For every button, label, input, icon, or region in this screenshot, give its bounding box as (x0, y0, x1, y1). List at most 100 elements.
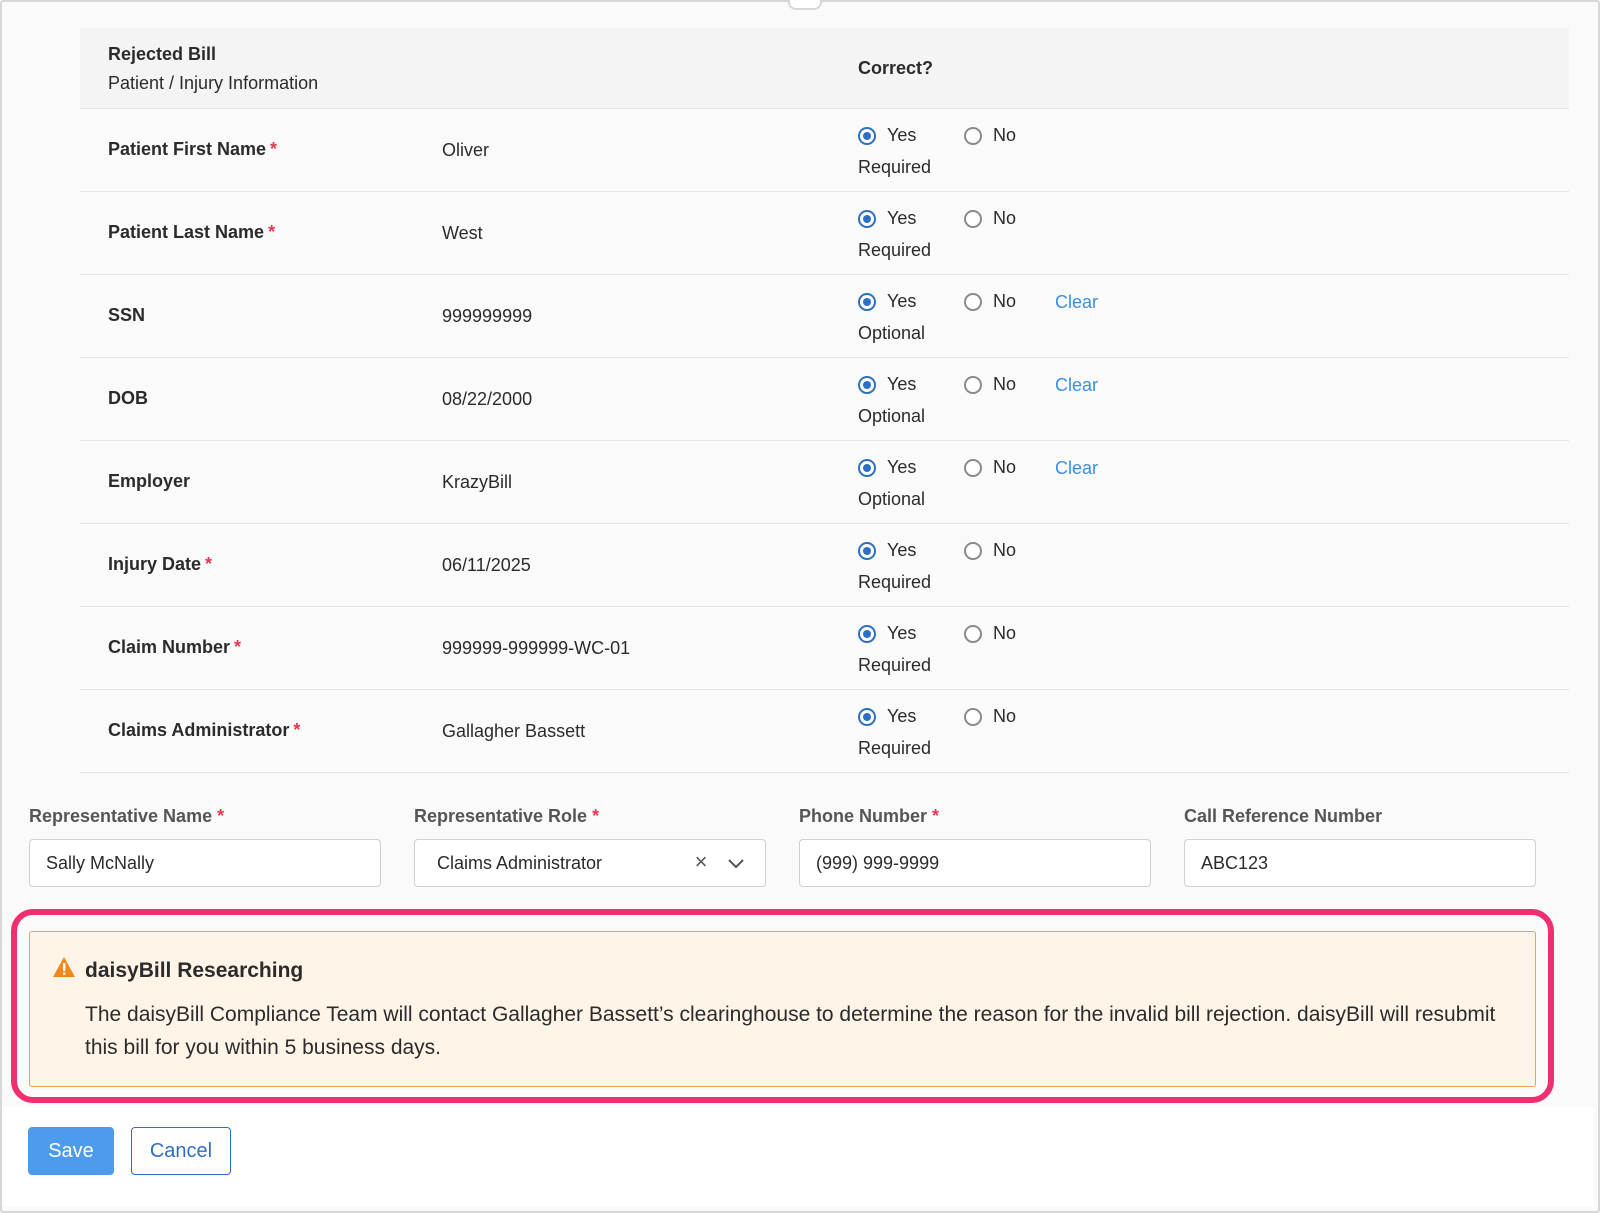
row-value: Gallagher Bassett (442, 721, 586, 741)
phone-label: Phone Number * (799, 806, 940, 826)
table-row: Injury Date * 06/11/2025 Yes No Required (80, 524, 1569, 607)
row-label: DOB (108, 388, 148, 408)
required-asterisk: * (234, 637, 242, 657)
rep-role-field: Representative Role * Claims Administrato… (414, 806, 766, 887)
row-value: 999999-999999-WC-01 (442, 638, 631, 658)
row-label: SSN (108, 305, 146, 325)
rep-role-select[interactable]: Claims Administrator × (414, 839, 766, 887)
row-hint: Optional (858, 489, 926, 509)
row-value: KrazyBill (442, 472, 513, 492)
row-hint: Required (858, 655, 932, 675)
row-label: Injury Date * (108, 554, 213, 574)
radio-circle-icon[interactable] (858, 707, 876, 726)
radio-circle-icon[interactable] (964, 624, 982, 643)
radio-circle-icon[interactable] (964, 707, 982, 726)
radio-circle-icon[interactable] (964, 375, 982, 394)
radio-no[interactable]: No (964, 374, 1016, 395)
table-row: SSN 999999999 Yes No Clear Optional (80, 275, 1569, 358)
radio-no[interactable]: No (964, 291, 1016, 312)
table-header: Rejected Bill Patient / Injury Informati… (80, 28, 1569, 109)
table-row: Claims Administrator * Gallagher Bassett Ye… (80, 690, 1569, 773)
table-row: Patient Last Name * West Yes No Required (80, 192, 1569, 275)
row-label: Employer (108, 471, 191, 491)
radio-circle-icon[interactable] (964, 126, 982, 145)
radio-no[interactable]: No (964, 706, 1016, 727)
save-button[interactable]: Save (28, 1127, 114, 1175)
rep-role-value: Claims Administrator (437, 852, 603, 873)
radio-circle-icon[interactable] (858, 541, 876, 560)
row-hint: Optional (858, 323, 926, 343)
radio-no[interactable]: No (964, 457, 1016, 478)
row-value: 08/22/2000 (442, 389, 533, 409)
radio-circle-icon[interactable] (858, 209, 876, 228)
call-ref-input[interactable]: ABC123 (1184, 839, 1536, 887)
radio-yes[interactable]: Yes (858, 374, 916, 395)
radio-circle-icon[interactable] (858, 375, 876, 394)
clear-link[interactable]: Clear (1055, 458, 1098, 479)
row-value: Oliver (442, 140, 490, 160)
verification-table: Rejected Bill Patient / Injury Informati… (80, 28, 1569, 773)
row-hint: Required (858, 738, 932, 758)
form-footer: Save Cancel (2, 1107, 1594, 1207)
radio-no[interactable]: No (964, 125, 1016, 146)
radio-no[interactable]: No (964, 208, 1016, 229)
radio-yes[interactable]: Yes (858, 125, 916, 146)
alert-title: daisyBill Researching (85, 959, 304, 982)
radio-circle-icon[interactable] (858, 458, 876, 477)
radio-circle-icon[interactable] (858, 126, 876, 145)
radio-circle-icon[interactable] (964, 292, 982, 311)
clear-link[interactable]: Clear (1055, 375, 1098, 396)
radio-yes[interactable]: Yes (858, 208, 916, 229)
clear-selection-icon[interactable]: × (691, 851, 711, 873)
rep-role-label: Representative Role * (414, 806, 600, 826)
row-hint: Required (858, 157, 932, 177)
required-asterisk: * (205, 554, 213, 574)
required-asterisk: * (270, 139, 278, 159)
row-label: Patient First Name * (108, 139, 278, 159)
radio-yes[interactable]: Yes (858, 540, 916, 561)
table-row: Patient First Name * Oliver Yes No Required (80, 109, 1569, 192)
radio-no[interactable]: No (964, 623, 1016, 644)
radio-circle-icon[interactable] (964, 209, 982, 228)
table-row: Claim Number * 999999-999999-WC-01 Yes No Req… (80, 607, 1569, 690)
row-label: Claims Administrator * (108, 720, 301, 740)
clear-link[interactable]: Clear (1055, 292, 1098, 313)
required-asterisk: * (293, 720, 301, 740)
research-alert: daisyBill Researching The daisyBill Comp… (29, 931, 1536, 1087)
radio-yes[interactable]: Yes (858, 706, 916, 727)
rep-name-input[interactable]: Sally McNally (29, 839, 381, 887)
row-label: Patient Last Name * (108, 222, 276, 242)
table-title: Rejected Bill (108, 44, 217, 64)
radio-circle-icon[interactable] (858, 624, 876, 643)
row-hint: Required (858, 240, 932, 260)
phone-field: Phone Number * (999) 999-9999 (799, 806, 1151, 887)
call-ref-field: Call Reference Number ABC123 (1184, 806, 1536, 887)
chevron-down-icon[interactable] (727, 855, 745, 873)
table-subtitle: Patient / Injury Information (108, 73, 319, 93)
table-row: DOB 08/22/2000 Yes No Clear Optional (80, 358, 1569, 441)
table-row: Employer KrazyBill Yes No Clear Optional (80, 441, 1569, 524)
radio-yes[interactable]: Yes (858, 291, 916, 312)
cancel-button[interactable]: Cancel (131, 1127, 231, 1175)
radio-no[interactable]: No (964, 540, 1016, 561)
rep-name-field: Representative Name * Sally McNally (29, 806, 381, 887)
alert-body: The daisyBill Compliance Team will conta… (85, 1003, 1496, 1059)
row-value: 06/11/2025 (442, 555, 531, 575)
row-value: 999999999 (442, 306, 533, 326)
radio-circle-icon[interactable] (964, 541, 982, 560)
row-label: Claim Number * (108, 637, 242, 657)
radio-circle-icon[interactable] (964, 458, 982, 477)
collapse-handle[interactable] (788, 0, 822, 10)
correct-column-header: Correct? (858, 58, 934, 78)
warning-icon (53, 957, 75, 977)
call-ref-label: Call Reference Number (1184, 806, 1383, 826)
radio-yes[interactable]: Yes (858, 457, 916, 478)
phone-input[interactable]: (999) 999-9999 (799, 839, 1151, 887)
radio-circle-icon[interactable] (858, 292, 876, 311)
row-hint: Required (858, 572, 932, 592)
row-value: West (442, 223, 483, 243)
required-asterisk: * (268, 222, 276, 242)
rep-name-label: Representative Name * (29, 806, 225, 826)
radio-yes[interactable]: Yes (858, 623, 916, 644)
table-body: Patient First Name * Oliver Yes No Required Pa… (80, 109, 1569, 773)
